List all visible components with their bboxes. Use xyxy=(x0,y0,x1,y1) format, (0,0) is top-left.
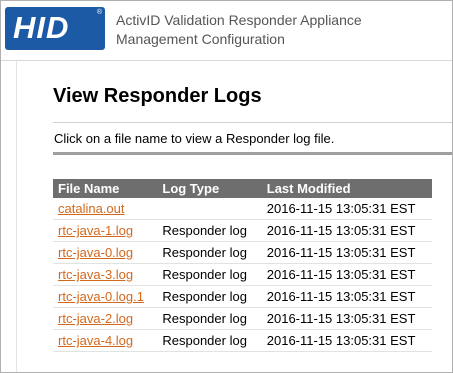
file-link[interactable]: catalina.out xyxy=(58,201,125,216)
column-header-last-modified: Last Modified xyxy=(261,179,432,198)
file-link[interactable]: rtc-java-3.log xyxy=(58,267,133,282)
column-header-log-type: Log Type xyxy=(157,179,262,198)
file-name-cell: rtc-java-2.log xyxy=(53,307,158,330)
file-name-cell: rtc-java-0.log xyxy=(53,241,158,264)
last-modified-cell: 2016-11-15 13:05:31 EST xyxy=(261,307,432,330)
table-row: rtc-java-3.log Responder log 2016-11-15 … xyxy=(53,263,432,286)
column-header-file-name: File Name xyxy=(53,179,158,198)
app-title-line-2: Management Configuration xyxy=(116,31,285,47)
intro-bar: Click on a file name to view a Responder… xyxy=(53,122,452,155)
table-row: rtc-java-2.log Responder log 2016-11-15 … xyxy=(53,307,432,330)
table-header-row: File Name Log Type Last Modified xyxy=(53,179,432,198)
log-type-cell: Responder log xyxy=(157,307,262,330)
last-modified-cell: 2016-11-15 13:05:31 EST xyxy=(261,263,432,286)
page-title: View Responder Logs xyxy=(53,85,262,107)
app-header: HID ® ActivID Validation Responder Appli… xyxy=(1,1,452,61)
logs-table: File Name Log Type Last Modified catalin… xyxy=(53,179,432,352)
file-name-cell: catalina.out xyxy=(53,198,158,220)
file-link[interactable]: rtc-java-2.log xyxy=(58,311,133,326)
table-row: rtc-java-1.log Responder log 2016-11-15 … xyxy=(53,219,432,242)
file-link[interactable]: rtc-java-1.log xyxy=(58,223,133,238)
app-window: HID ® ActivID Validation Responder Appli… xyxy=(0,0,453,373)
file-link[interactable]: rtc-java-4.log xyxy=(58,333,133,348)
app-title: ActivID Validation Responder Appliance M… xyxy=(116,11,362,49)
left-divider xyxy=(16,61,17,372)
file-name-cell: rtc-java-4.log xyxy=(53,329,158,352)
table-row: catalina.out 2016-11-15 13:05:31 EST xyxy=(53,198,432,220)
last-modified-cell: 2016-11-15 13:05:31 EST xyxy=(261,285,432,308)
log-type-cell xyxy=(157,198,262,220)
log-type-cell: Responder log xyxy=(157,285,262,308)
log-type-cell: Responder log xyxy=(157,329,262,352)
log-type-cell: Responder log xyxy=(157,263,262,286)
table-row: rtc-java-0.log.1 Responder log 2016-11-1… xyxy=(53,285,432,308)
hid-logo: HID ® xyxy=(5,7,105,50)
file-link[interactable]: rtc-java-0.log.1 xyxy=(58,289,144,304)
table-row: rtc-java-0.log Responder log 2016-11-15 … xyxy=(53,241,432,264)
file-name-cell: rtc-java-1.log xyxy=(53,219,158,242)
header-divider xyxy=(1,60,452,61)
intro-text: Click on a file name to view a Responder… xyxy=(54,131,335,146)
log-type-cell: Responder log xyxy=(157,219,262,242)
file-link[interactable]: rtc-java-0.log xyxy=(58,245,133,260)
last-modified-cell: 2016-11-15 13:05:31 EST xyxy=(261,198,432,220)
logo-text: HID xyxy=(13,10,70,45)
file-name-cell: rtc-java-3.log xyxy=(53,263,158,286)
table-row: rtc-java-4.log Responder log 2016-11-15 … xyxy=(53,329,432,352)
last-modified-cell: 2016-11-15 13:05:31 EST xyxy=(261,329,432,352)
last-modified-cell: 2016-11-15 13:05:31 EST xyxy=(261,241,432,264)
app-title-line-1: ActivID Validation Responder Appliance xyxy=(116,12,362,28)
log-type-cell: Responder log xyxy=(157,241,262,264)
last-modified-cell: 2016-11-15 13:05:31 EST xyxy=(261,219,432,242)
registered-mark-icon: ® xyxy=(96,9,102,16)
file-name-cell: rtc-java-0.log.1 xyxy=(53,285,158,308)
